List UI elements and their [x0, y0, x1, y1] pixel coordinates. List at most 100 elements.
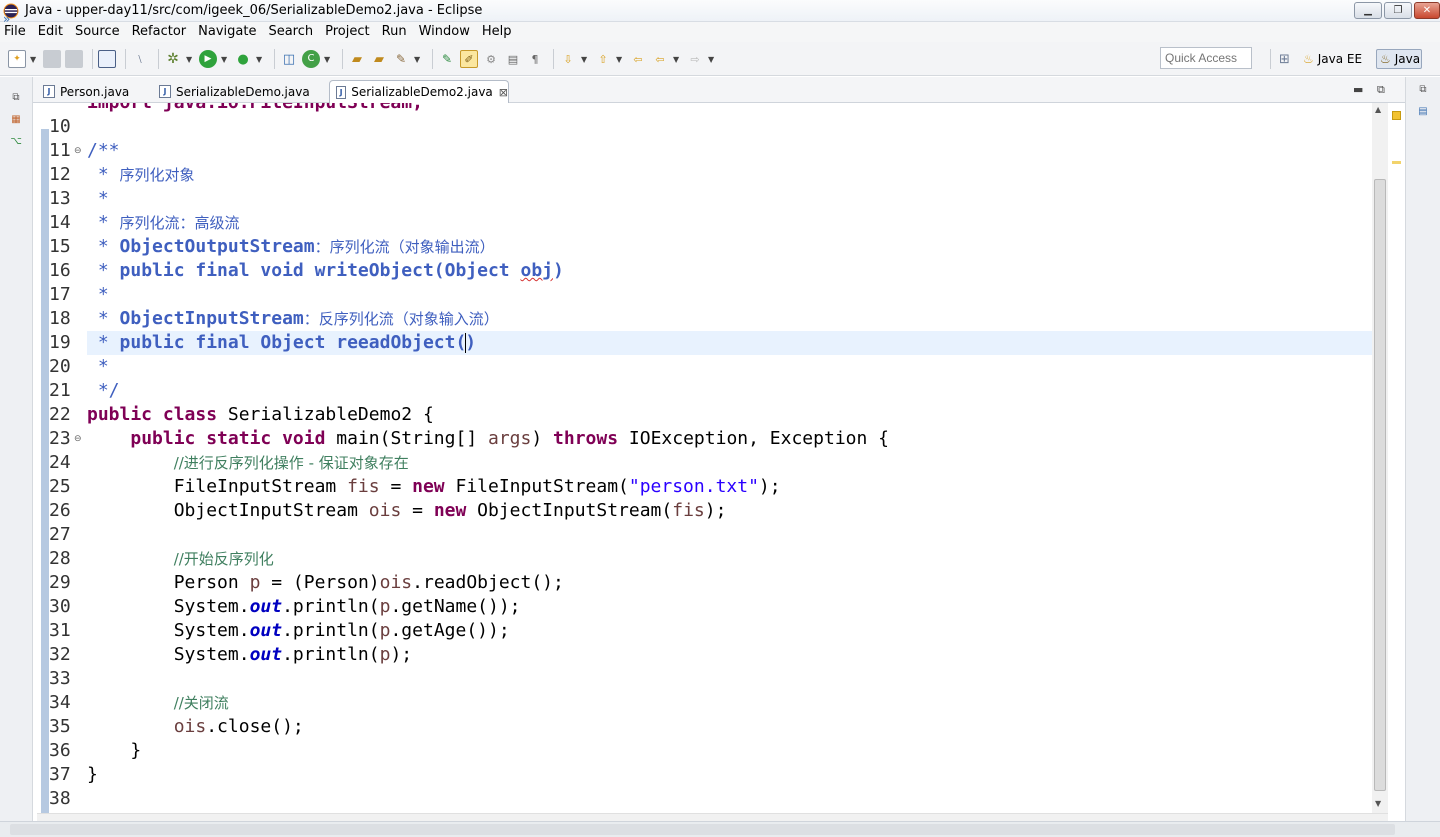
quick-diff-bar	[41, 129, 49, 813]
forward-icon[interactable]: ⇨	[686, 50, 704, 68]
type-hierarchy-icon[interactable]: ⌥	[9, 135, 23, 149]
open-type-icon[interactable]: ▰	[348, 50, 366, 68]
keyword: new	[433, 500, 467, 521]
perspective-java[interactable]: ♨ Java	[1376, 49, 1422, 69]
code-line-15: * ObjectOutputStream：序列化流（对象输出流）	[87, 235, 1372, 259]
forward-dropdown-icon[interactable]: ▼	[708, 50, 716, 68]
javadoc-star: *	[87, 308, 120, 329]
menu-run[interactable]: Run	[376, 22, 413, 42]
back-dropdown-icon[interactable]: ▼	[673, 50, 681, 68]
fold-collapse-icon[interactable]: ⊖	[74, 139, 82, 163]
scrollbar-thumb[interactable]	[1374, 179, 1386, 791]
maximize-editor-icon[interactable]: ⧉	[1377, 83, 1385, 97]
new-dropdown-icon[interactable]: ▼	[30, 50, 38, 68]
tab-serializabledemo-java[interactable]: J SerializableDemo.java	[153, 80, 331, 103]
overview-ruler[interactable]	[1388, 103, 1405, 813]
menu-edit[interactable]: Edit	[32, 22, 69, 42]
menu-refactor[interactable]: Refactor	[126, 22, 193, 42]
next-annotation-icon[interactable]: ✎	[438, 50, 456, 68]
editor-vertical-scrollbar[interactable]: ▲ ▼	[1372, 103, 1388, 813]
bottom-trim-bar	[0, 821, 1440, 837]
line-number: 38	[49, 788, 71, 809]
restore-icon[interactable]: ⧉	[9, 91, 23, 105]
menu-navigate[interactable]: Navigate	[192, 22, 262, 42]
menu-source[interactable]: Source	[69, 22, 126, 42]
menu-bar: File Edit Source Refactor Navigate Searc…	[0, 22, 1440, 42]
line-number: 30	[49, 596, 71, 617]
tab-person-java[interactable]: J Person.java	[37, 80, 155, 103]
javadoc-star: *	[87, 188, 109, 209]
quick-access-input[interactable]	[1160, 47, 1252, 69]
maximize-button[interactable]: ❐	[1384, 2, 1412, 19]
fold-collapse-icon[interactable]: ⊖	[74, 427, 82, 451]
class-declaration: SerializableDemo2 {	[217, 404, 434, 425]
last-edit-location-icon[interactable]: ⇦	[629, 50, 647, 68]
chevron-double-down-icon[interactable]: »	[3, 13, 10, 25]
minimize-editor-icon[interactable]: ▬	[1353, 83, 1363, 96]
word-wrap-icon[interactable]: ▤	[504, 50, 522, 68]
new-class-icon[interactable]: C	[302, 50, 320, 68]
new-icon[interactable]: ✦	[8, 50, 26, 68]
new-class-dropdown-icon[interactable]: ▼	[324, 50, 332, 68]
scroll-down-icon[interactable]: ▼	[1375, 799, 1381, 808]
scroll-up-icon[interactable]: ▲	[1375, 105, 1381, 114]
javadoc-spelling-warning[interactable]: obj	[520, 260, 553, 281]
next-annotation-dropdown-icon[interactable]: ▼	[581, 50, 589, 68]
menu-project[interactable]: Project	[319, 22, 375, 42]
menu-search[interactable]: Search	[262, 22, 319, 42]
mark-occurrences-icon[interactable]: ✐	[460, 50, 478, 68]
show-whitespace-icon[interactable]: ¶	[526, 50, 544, 68]
bottom-scrollbar-thumb[interactable]	[10, 824, 1395, 835]
open-folder-icon[interactable]: ▰	[370, 50, 388, 68]
external-dropdown-icon[interactable]: ▼	[256, 50, 264, 68]
line-number: 15	[49, 236, 71, 257]
code-line-9: import java.io.FileInputStream;	[87, 103, 1372, 115]
search-icon[interactable]: ✎	[392, 50, 410, 68]
javadoc-end: */	[87, 380, 120, 401]
code-line-17: *	[87, 283, 1372, 307]
run-external-icon[interactable]: ●	[234, 50, 252, 68]
menu-window[interactable]: Window	[413, 22, 476, 42]
outline-icon[interactable]: ▤	[1416, 105, 1430, 119]
package-explorer-icon[interactable]: ▦	[9, 113, 23, 127]
closing-brace: }	[87, 740, 142, 761]
code-line-28: //开始反序列化	[87, 547, 1372, 571]
line-number: 35	[49, 716, 71, 737]
toolbar-separator	[553, 49, 554, 69]
previous-annotation-dropdown-icon[interactable]: ▼	[616, 50, 624, 68]
search-dropdown-icon[interactable]: ▼	[414, 50, 422, 68]
perspective-java-ee[interactable]: ♨ Java EE	[1303, 49, 1362, 69]
menu-help[interactable]: Help	[476, 22, 518, 42]
block-selection-icon[interactable]: ⚙	[482, 50, 500, 68]
keyword: public class	[87, 404, 218, 425]
line-number: 22	[49, 404, 71, 425]
skip-breakpoints-icon[interactable]: ⧵	[131, 50, 149, 68]
tab-serializabledemo2-java[interactable]: J SerializableDemo2.java ⊠	[329, 80, 509, 103]
run-dropdown-icon[interactable]: ▼	[221, 50, 229, 68]
debug-icon[interactable]: ✲	[164, 50, 182, 68]
debug-dropdown-icon[interactable]: ▼	[186, 50, 194, 68]
line-number: 25	[49, 476, 71, 497]
editor-horizontal-scrollbar[interactable]	[37, 813, 1388, 821]
new-java-project-icon[interactable]: ◫	[280, 50, 298, 68]
run-icon[interactable]: ▶	[199, 50, 217, 68]
code-editor[interactable]: 10 11 ⊖ 12 13 14 15 16 17 18 19 20 21 22…	[37, 103, 1372, 813]
close-button[interactable]: ✕	[1414, 2, 1440, 19]
close-tab-icon[interactable]: ⊠	[499, 86, 508, 99]
warning-marker[interactable]	[1392, 161, 1401, 164]
open-perspective-button[interactable]: ⊞	[1270, 49, 1290, 69]
line-number: 12	[49, 164, 71, 185]
save-all-icon[interactable]	[65, 50, 83, 68]
warning-summary-icon[interactable]	[1392, 111, 1401, 120]
code-area[interactable]: import java.io.FileInputStream; /** * 序列…	[87, 103, 1372, 813]
console-icon[interactable]	[98, 50, 116, 68]
minimize-button[interactable]: ▁	[1354, 2, 1382, 19]
next-annotation-down-icon[interactable]: ⇩	[559, 50, 577, 68]
previous-annotation-icon[interactable]: ⇧	[594, 50, 612, 68]
restore-right-icon[interactable]: ⧉	[1416, 83, 1430, 97]
save-icon[interactable]	[43, 50, 61, 68]
back-icon[interactable]: ⇦	[651, 50, 669, 68]
